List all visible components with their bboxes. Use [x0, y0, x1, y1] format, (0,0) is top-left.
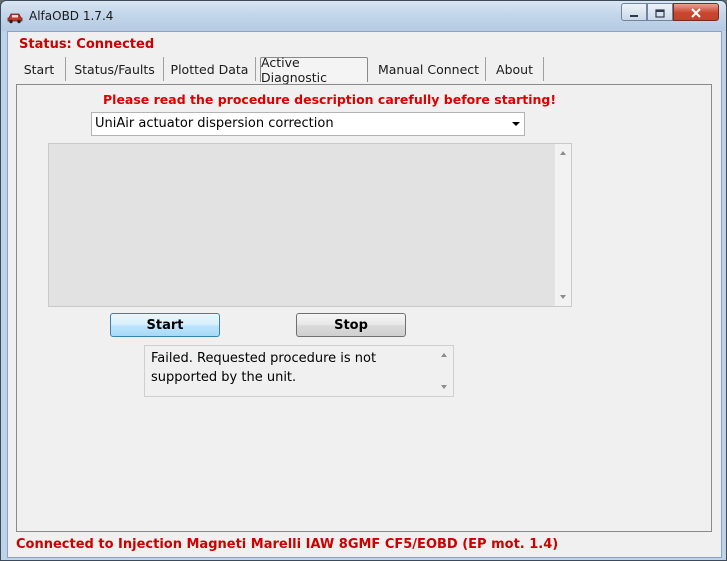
- scroll-down-icon[interactable]: [441, 385, 447, 389]
- title-bar[interactable]: AlfaOBD 1.7.4: [1, 1, 726, 31]
- minimize-button[interactable]: [621, 3, 647, 21]
- result-text: Failed. Requested procedure is not suppo…: [151, 351, 377, 385]
- minimize-icon: [629, 3, 639, 22]
- close-icon: [690, 3, 702, 22]
- procedure-warning: Please read the procedure description ca…: [103, 92, 557, 107]
- app-window: AlfaOBD 1.7.4 Status: Connected Start St…: [0, 0, 727, 561]
- tab-label: Plotted Data: [170, 61, 249, 77]
- chevron-down-icon[interactable]: [512, 122, 520, 126]
- tab-plotted-data[interactable]: Plotted Data: [164, 57, 256, 81]
- scroll-down-icon[interactable]: [560, 295, 566, 299]
- result-scrollbar[interactable]: [436, 346, 453, 396]
- scroll-up-icon[interactable]: [441, 353, 447, 357]
- result-output[interactable]: Failed. Requested procedure is not suppo…: [144, 345, 454, 397]
- maximize-icon: [655, 3, 665, 22]
- client-area: Status: Connected Start Status/Faults Pl…: [7, 31, 722, 558]
- tab-status-faults[interactable]: Status/Faults: [66, 57, 164, 81]
- maximize-button[interactable]: [647, 3, 673, 21]
- close-button[interactable]: [673, 3, 719, 21]
- procedure-description[interactable]: [48, 143, 572, 307]
- window-title: AlfaOBD 1.7.4: [29, 9, 114, 23]
- tab-about[interactable]: About: [486, 57, 544, 81]
- scroll-up-icon[interactable]: [560, 151, 566, 155]
- active-diagnostic-panel: Please read the procedure description ca…: [16, 84, 712, 532]
- tab-label: Active Diagnostic: [261, 55, 328, 85]
- tab-label: Status/Faults: [74, 61, 155, 77]
- tab-start[interactable]: Start: [13, 57, 66, 81]
- tab-bar: Start Status/Faults Plotted Data Active …: [8, 55, 721, 85]
- tab-label: Start: [23, 61, 55, 77]
- tab-manual-connect[interactable]: Manual Connect: [372, 57, 486, 81]
- car-icon: [7, 9, 23, 24]
- connection-info: Connected to Injection Magneti Marelli I…: [16, 537, 559, 552]
- procedure-select[interactable]: UniAir actuator dispersion correction: [91, 112, 525, 136]
- stop-button[interactable]: Stop: [296, 313, 406, 337]
- connection-status: Status: Connected: [19, 37, 155, 52]
- tab-active-diagnostic[interactable]: Active Diagnostic: [260, 55, 368, 85]
- description-scrollbar[interactable]: [554, 144, 571, 306]
- procedure-select-value: UniAir actuator dispersion correction: [95, 116, 334, 131]
- start-button[interactable]: Start: [110, 313, 220, 337]
- tab-label: Manual Connect: [377, 61, 480, 77]
- tab-label: About: [496, 61, 533, 77]
